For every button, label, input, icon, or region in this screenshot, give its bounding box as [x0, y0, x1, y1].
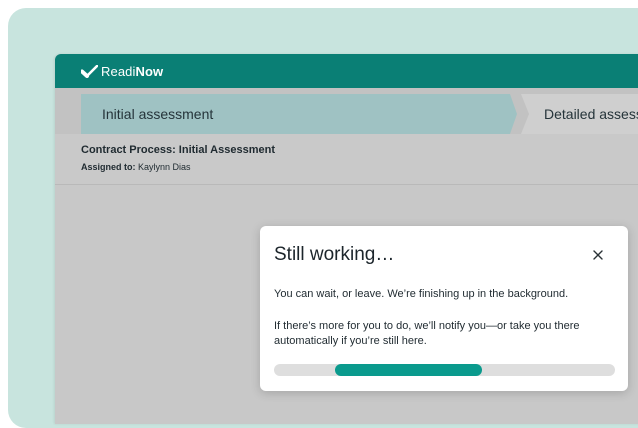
assigned-to-value: Kaylynn Dias — [138, 162, 191, 172]
assigned-to-label: Assigned to: — [81, 162, 136, 172]
progress-stepper: Initial assessment Detailed assessment — [55, 88, 638, 134]
assigned-to: Assigned to: Kaylynn Dias — [81, 162, 191, 172]
process-title: Contract Process: Initial Assessment — [81, 144, 275, 156]
close-icon[interactable] — [591, 248, 605, 262]
still-working-dialog: Still working… You can wait, or leave. W… — [260, 226, 628, 391]
readinow-logo[interactable]: Readi Now — [81, 64, 163, 79]
step-initial-assessment-label: Initial assessment — [102, 106, 214, 122]
progress-bar — [274, 364, 615, 376]
dialog-message-wait: You can wait, or leave. We’re finishing … — [274, 288, 569, 300]
dialog-title: Still working… — [274, 244, 395, 265]
progress-bar-fill — [335, 364, 482, 376]
top-bar: Readi Now — [55, 54, 638, 88]
brand-prefix: Readi — [101, 63, 136, 79]
step-detailed-assessment-label: Detailed assessment — [544, 106, 638, 122]
check-mark-icon — [81, 64, 98, 78]
brand-suffix: Now — [135, 63, 164, 79]
dialog-message-notify: If there’s more for you to do, we’ll not… — [274, 320, 580, 347]
process-info-panel: Contract Process: Initial Assessment Ass… — [55, 134, 638, 185]
